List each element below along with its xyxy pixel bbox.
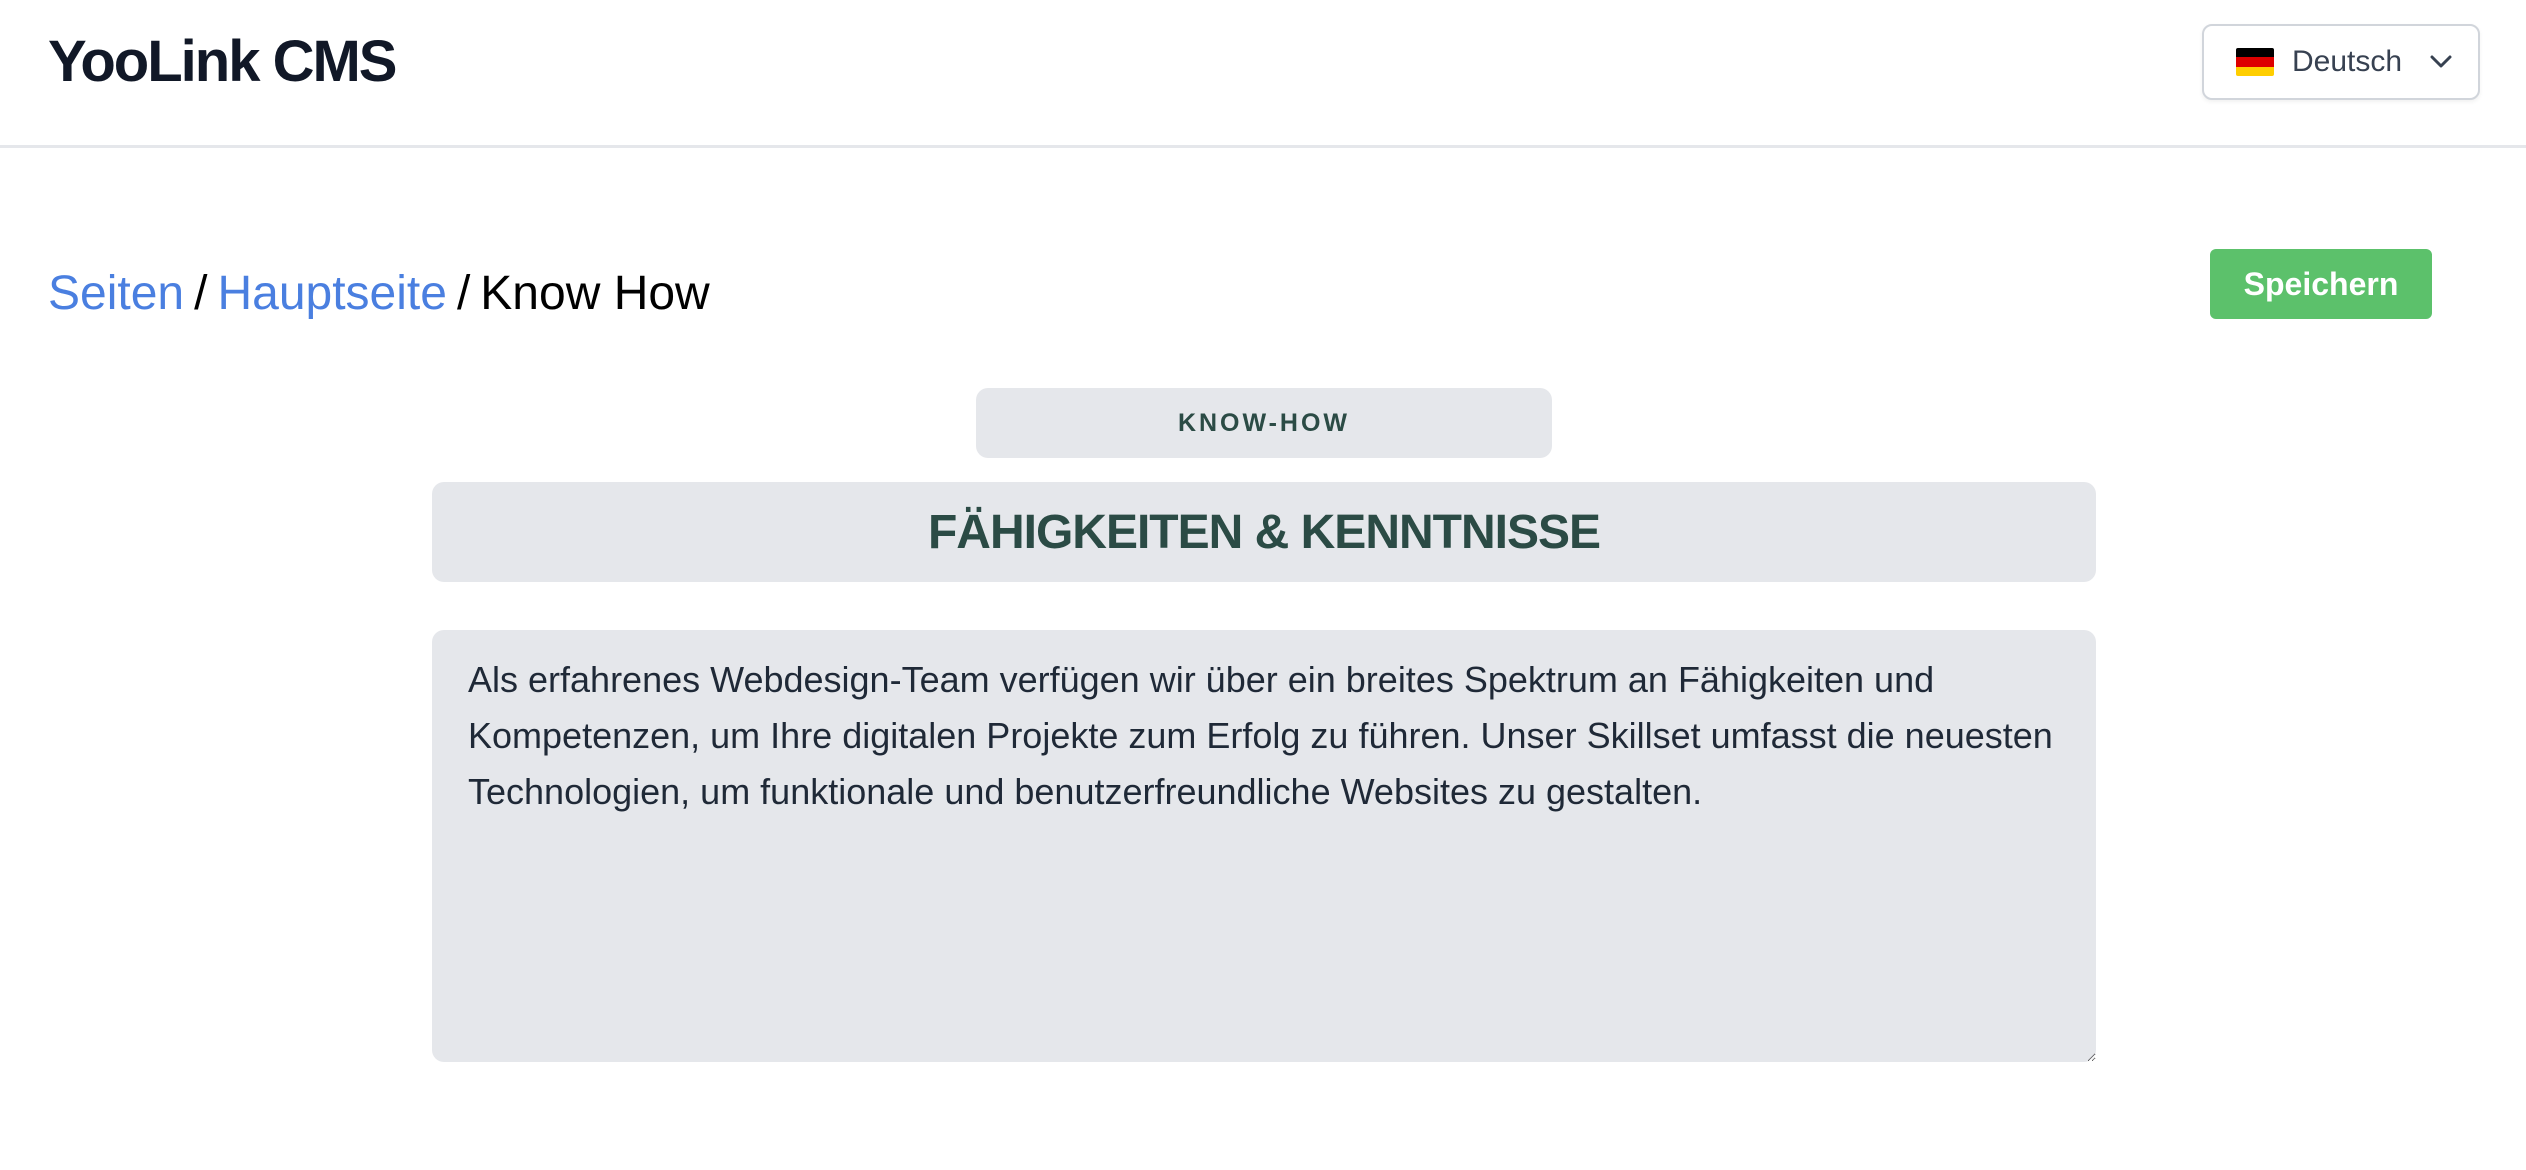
language-select-label: Deutsch <box>2292 45 2403 78</box>
breadcrumb-current: Know How <box>480 267 710 320</box>
section-title-field[interactable]: FÄHIGKEITEN & KENNTNISSE <box>432 482 2096 582</box>
breadcrumb: Seiten / Hauptseite / Know How <box>48 264 710 324</box>
section-subtitle-field[interactable]: KNOW-HOW <box>976 388 1552 458</box>
top-header: YooLink CMS Deutsch <box>0 0 2526 148</box>
breadcrumb-separator: / <box>456 267 471 320</box>
save-button[interactable]: Speichern <box>2210 249 2432 319</box>
breadcrumb-link-hauptseite[interactable]: Hauptseite <box>217 267 446 320</box>
breadcrumb-separator: / <box>194 267 208 320</box>
language-select[interactable]: Deutsch <box>2202 24 2480 100</box>
breadcrumb-link-seiten[interactable]: Seiten <box>48 267 184 320</box>
germany-flag-icon <box>2236 48 2274 76</box>
chevron-down-icon <box>2428 49 2454 75</box>
app-logo: YooLink CMS <box>48 29 397 94</box>
section-description-textarea[interactable]: Als erfahrenes Webdesign-Team verfügen w… <box>432 630 2096 1062</box>
